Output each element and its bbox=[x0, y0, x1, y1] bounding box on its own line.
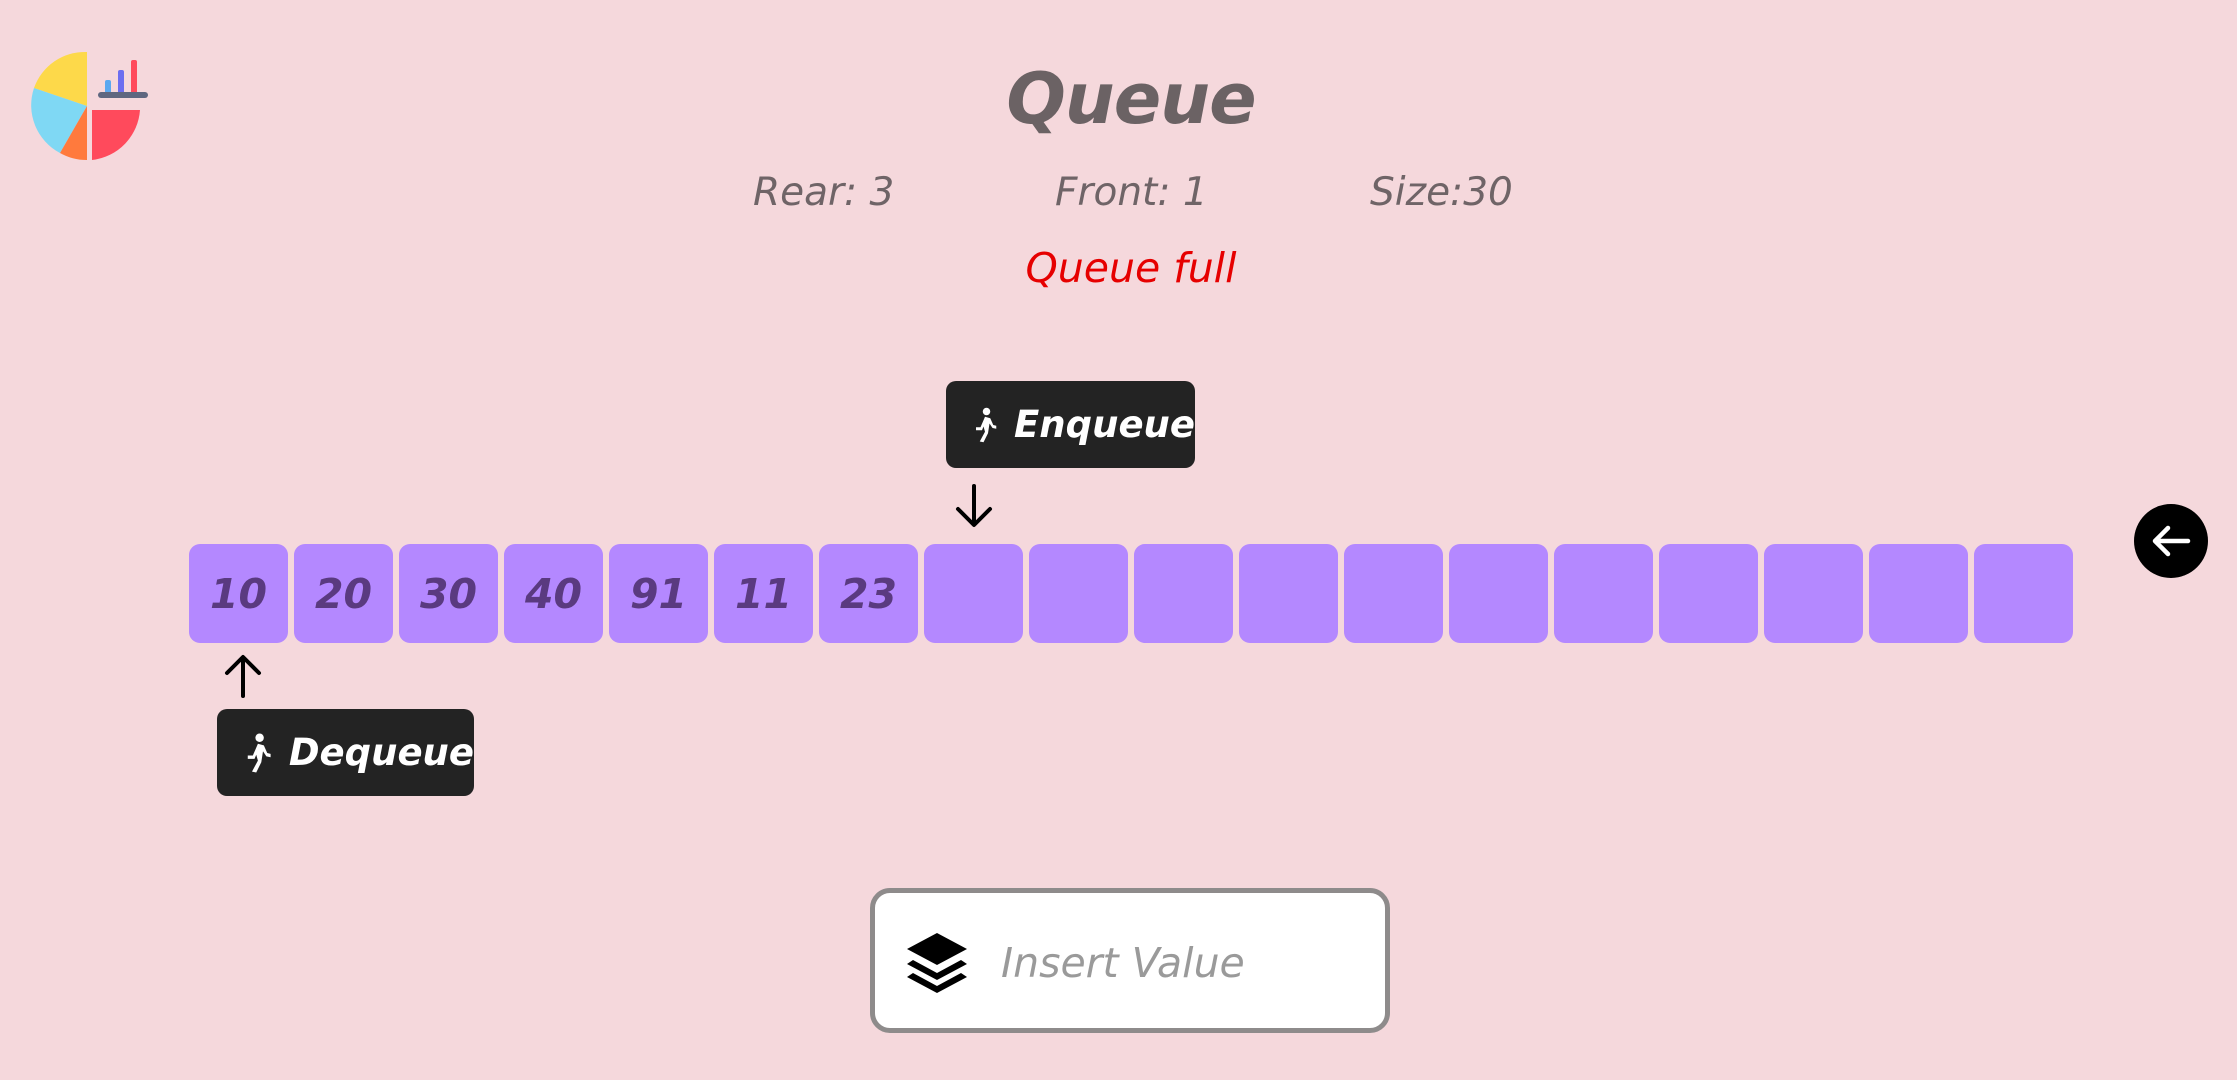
queue-cell: 23 bbox=[819, 544, 918, 643]
queue-cell: 40 bbox=[504, 544, 603, 643]
queue-cell bbox=[1449, 544, 1548, 643]
arrow-down-icon bbox=[956, 484, 992, 527]
layers-icon bbox=[907, 933, 967, 993]
queue-cell bbox=[1764, 544, 1863, 643]
page-title: Queue bbox=[1006, 58, 1256, 140]
queue-cell bbox=[1659, 544, 1758, 643]
enqueue-pointer-label: Enqueue bbox=[946, 381, 1195, 468]
walking-person-icon bbox=[247, 733, 271, 772]
queue-cell bbox=[1029, 544, 1128, 643]
queue-cell: 10 bbox=[189, 544, 288, 643]
walking-person-icon bbox=[976, 407, 997, 442]
insert-value-field[interactable] bbox=[870, 888, 1390, 1033]
arrow-up-icon bbox=[225, 655, 261, 698]
back-button[interactable] bbox=[2134, 504, 2208, 578]
queue-cell bbox=[1344, 544, 1443, 643]
dequeue-label: Dequeue bbox=[288, 731, 474, 774]
arrow-left-icon bbox=[2152, 525, 2191, 557]
insert-value-input[interactable] bbox=[999, 923, 1373, 1003]
enqueue-label: Enqueue bbox=[1014, 403, 1195, 446]
queue-cell bbox=[1869, 544, 1968, 643]
queue-cell: 11 bbox=[714, 544, 813, 643]
queue-cell: 20 bbox=[294, 544, 393, 643]
queue-cell bbox=[1134, 544, 1233, 643]
front-indicator: Front: 1 bbox=[1055, 170, 1208, 215]
queue-cell bbox=[1554, 544, 1653, 643]
queue-cell bbox=[924, 544, 1023, 643]
queue-cell: 91 bbox=[609, 544, 708, 643]
queue-cell: 30 bbox=[399, 544, 498, 643]
rear-indicator: Rear: 3 bbox=[753, 170, 895, 215]
size-indicator: Size:30 bbox=[1370, 170, 1513, 215]
dequeue-pointer-label: Dequeue bbox=[217, 709, 474, 796]
status-message: Queue full bbox=[1025, 244, 1237, 292]
queue-cell bbox=[1239, 544, 1338, 643]
app-frame: Queue Rear: 3 Front: 1 Size:30 Queue ful… bbox=[0, 0, 2237, 1080]
queue-cell bbox=[1974, 544, 2073, 643]
